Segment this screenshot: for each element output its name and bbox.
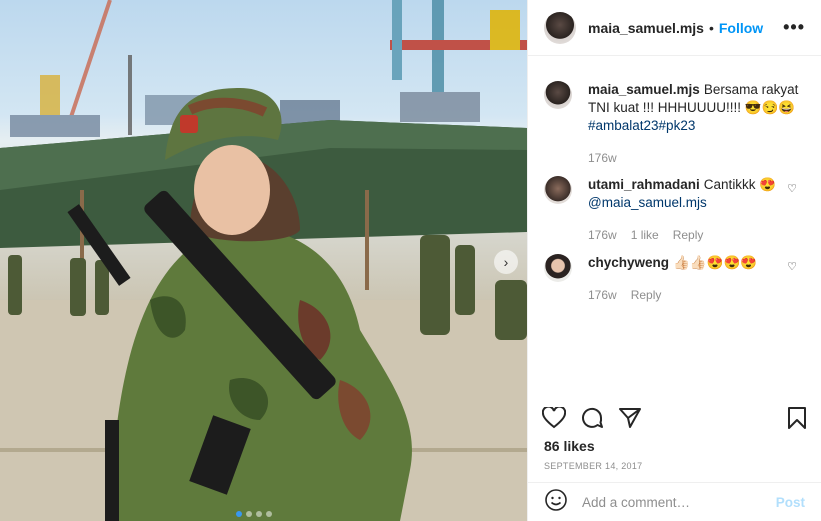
carousel-dot bbox=[266, 511, 272, 517]
commenter-avatar[interactable] bbox=[544, 254, 572, 282]
photo-illustration bbox=[0, 0, 527, 521]
caption-avatar[interactable] bbox=[544, 81, 572, 109]
save-bookmark-icon[interactable] bbox=[787, 406, 807, 430]
comment-text: Cantikkk 😍 bbox=[703, 177, 777, 192]
carousel-dots bbox=[236, 511, 272, 517]
emoji-icon[interactable] bbox=[544, 488, 568, 517]
comments-list[interactable]: maia_samuel.mjs Bersama rakyat TNI kuat !… bbox=[528, 57, 821, 397]
more-icon[interactable]: ••• bbox=[783, 17, 805, 38]
caption-hashtags[interactable]: #ambalat23#pk23 bbox=[588, 118, 695, 133]
comment-text: 👍🏻👍🏻😍😍😍 bbox=[673, 255, 758, 270]
post-photo[interactable]: › bbox=[0, 0, 527, 521]
author-username[interactable]: maia_samuel.mjs bbox=[588, 20, 704, 36]
post-actions bbox=[542, 403, 807, 433]
carousel-dot bbox=[256, 511, 262, 517]
carousel-next-button[interactable]: › bbox=[494, 250, 518, 274]
post-date[interactable]: SEPTEMBER 14, 2017 bbox=[544, 461, 642, 471]
comment-input[interactable]: Add a comment… bbox=[582, 495, 776, 510]
comment-mention[interactable]: @maia_samuel.mjs bbox=[588, 195, 707, 210]
comment-time[interactable]: 176w bbox=[588, 286, 617, 304]
comment-item: utami_rahmadani Cantikkk 😍 @maia_samuel.m… bbox=[544, 176, 805, 244]
likes-count[interactable]: 86 likes bbox=[544, 438, 595, 454]
caption-comment: maia_samuel.mjs Bersama rakyat TNI kuat !… bbox=[544, 81, 805, 167]
caption-time[interactable]: 176w bbox=[588, 149, 617, 167]
post-side-panel: maia_samuel.mjs • Follow ••• maia_samuel… bbox=[527, 0, 821, 521]
comment-time[interactable]: 176w bbox=[588, 226, 617, 244]
comment-heart-icon[interactable]: ♡ bbox=[787, 260, 797, 273]
comment-username[interactable]: utami_rahmadani bbox=[588, 177, 700, 192]
comment-heart-icon[interactable]: ♡ bbox=[787, 182, 797, 195]
commenter-avatar[interactable] bbox=[544, 176, 572, 204]
reply-button[interactable]: Reply bbox=[673, 226, 704, 244]
like-heart-icon[interactable] bbox=[542, 407, 566, 429]
comment-likes[interactable]: 1 like bbox=[631, 226, 659, 244]
carousel-dot bbox=[246, 511, 252, 517]
header-separator: • bbox=[708, 19, 714, 36]
follow-button[interactable]: Follow bbox=[719, 20, 763, 36]
author-avatar[interactable] bbox=[544, 11, 576, 44]
post-comment-button[interactable]: Post bbox=[776, 495, 805, 510]
caption-username[interactable]: maia_samuel.mjs bbox=[588, 82, 700, 97]
post-header: maia_samuel.mjs • Follow ••• bbox=[528, 0, 821, 56]
add-comment-bar: Add a comment… Post bbox=[528, 482, 821, 521]
comment-icon[interactable] bbox=[580, 406, 604, 430]
reply-button[interactable]: Reply bbox=[631, 286, 662, 304]
share-icon[interactable] bbox=[618, 406, 642, 430]
comment-username[interactable]: chychyweng bbox=[588, 255, 669, 270]
carousel-dot bbox=[236, 511, 242, 517]
comment-item: chychyweng 👍🏻👍🏻😍😍😍 176w Reply ♡ bbox=[544, 254, 805, 304]
